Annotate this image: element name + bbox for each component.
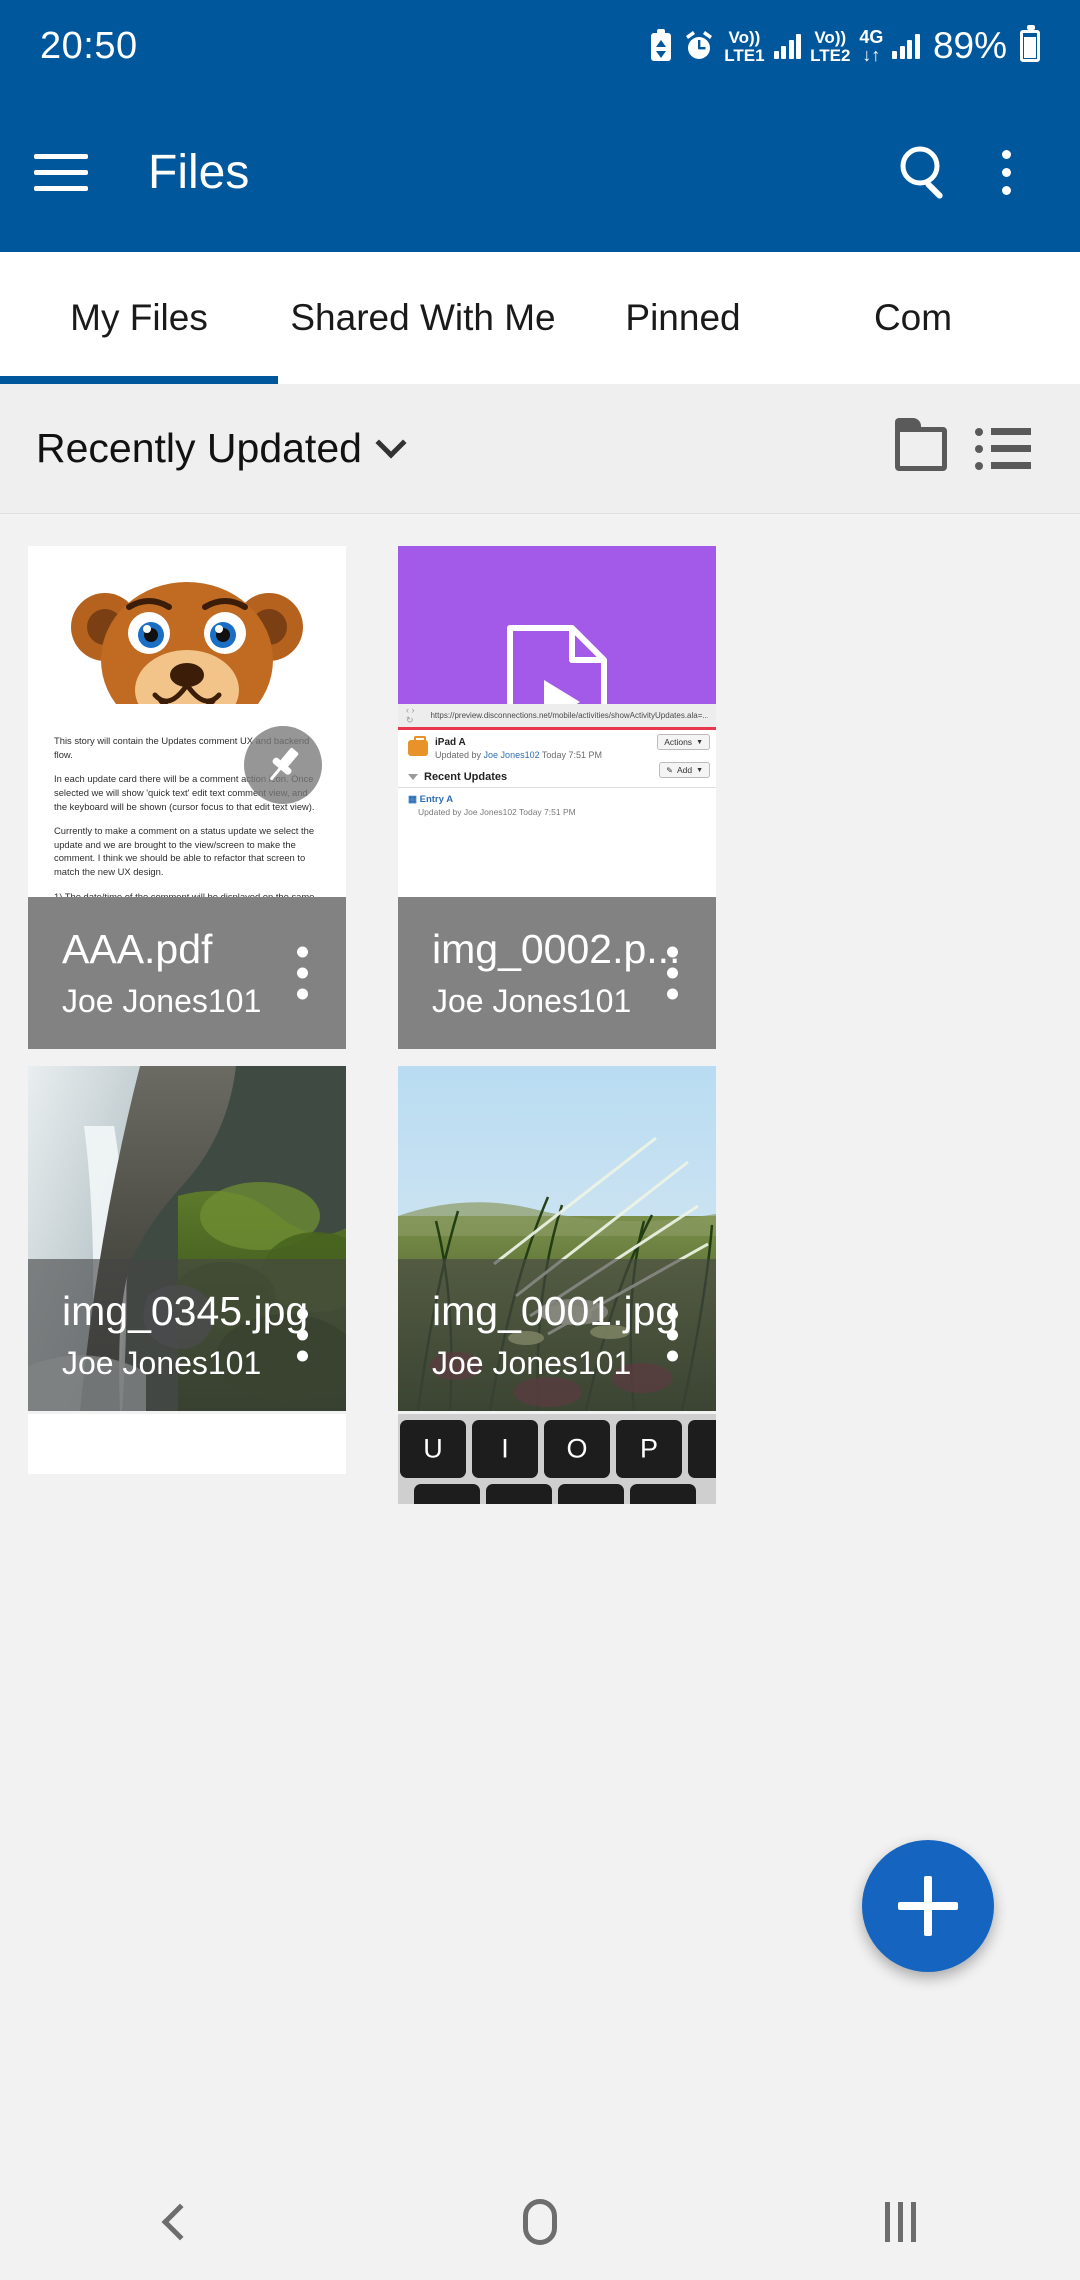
tab-pinned[interactable]: Pinned bbox=[568, 252, 798, 384]
app-bar: Files bbox=[0, 92, 1080, 252]
file-more-icon[interactable] bbox=[667, 1308, 678, 1362]
file-more-icon[interactable] bbox=[297, 946, 308, 1000]
phone-screen: 20:50 Vo)) LTE1 Vo)) LTE2 4G ↓↑ 89% File… bbox=[0, 0, 1080, 2280]
folder-icon[interactable] bbox=[880, 408, 962, 490]
file-card[interactable]: U I O P bbox=[398, 1414, 716, 1504]
file-thumbnail: U I O P bbox=[398, 1414, 716, 1504]
pin-icon bbox=[244, 726, 322, 804]
web-entry-title: ▦ Entry A bbox=[408, 794, 454, 805]
alarm-icon bbox=[683, 29, 715, 63]
file-card[interactable]: img_0345.jpg Joe Jones101 bbox=[28, 1066, 346, 1411]
add-button[interactable] bbox=[862, 1840, 994, 1972]
file-thumbnail: ‹ › ↻ https://preview.disconnections.net… bbox=[398, 704, 716, 1049]
web-entry-subtitle: Updated by Joe Jones102 Today 7:51 PM bbox=[418, 807, 576, 817]
web-item-title: iPad A bbox=[435, 737, 466, 748]
browser-url-bar: ‹ › ↻ https://preview.disconnections.net… bbox=[398, 704, 716, 730]
plus-icon bbox=[898, 1876, 958, 1936]
back-icon bbox=[161, 2203, 199, 2241]
tab-communities[interactable]: Com bbox=[798, 252, 1028, 384]
file-owner: Joe Jones101 bbox=[432, 1345, 632, 1382]
key-label: U bbox=[423, 1433, 443, 1464]
home-icon bbox=[523, 2199, 557, 2245]
file-card-placeholder bbox=[28, 1414, 346, 1474]
keyboard-photo: U I O P bbox=[398, 1414, 716, 1504]
hamburger-menu-icon[interactable] bbox=[34, 140, 98, 204]
sort-label: Recently Updated bbox=[36, 425, 362, 471]
web-entry: ▦ Entry A Updated by Joe Jones102 Today … bbox=[398, 788, 716, 823]
system-nav-bar bbox=[0, 2164, 1080, 2280]
chevron-down-icon bbox=[375, 426, 407, 459]
sort-dropdown[interactable]: Recently Updated bbox=[36, 425, 407, 472]
nav-home-button[interactable] bbox=[465, 2164, 615, 2280]
file-thumbnail: img_0001.jpg Joe Jones101 bbox=[398, 1066, 716, 1411]
nav-recents-button[interactable] bbox=[825, 2164, 975, 2280]
file-card-overlay: AAA.pdf Joe Jones101 bbox=[28, 897, 346, 1049]
volte-sim2-icon: Vo)) LTE2 bbox=[810, 27, 851, 65]
file-card-overlay: img_0345.jpg Joe Jones101 bbox=[28, 1259, 346, 1411]
status-bar: 20:50 Vo)) LTE1 Vo)) LTE2 4G ↓↑ 89% bbox=[0, 0, 1080, 92]
doc-line: Currently to make a comment on a status … bbox=[54, 825, 315, 877]
file-card[interactable]: ‹ › ↻ https://preview.disconnections.net… bbox=[398, 704, 716, 1049]
tab-my-files[interactable]: My Files bbox=[0, 252, 278, 384]
signal-sim2-icon bbox=[892, 33, 920, 59]
file-owner: Joe Jones101 bbox=[62, 983, 262, 1020]
file-card-overlay: img_0002.p... Joe Jones101 bbox=[398, 897, 716, 1049]
key-label: O bbox=[566, 1433, 588, 1464]
briefcase-icon bbox=[408, 736, 428, 756]
file-thumbnail: img_0345.jpg Joe Jones101 bbox=[28, 1066, 346, 1411]
web-add-button[interactable]: ✎ Add ▼ bbox=[659, 762, 710, 778]
tab-bar: My Files Shared With Me Pinned Com bbox=[0, 252, 1080, 384]
status-clock: 20:50 bbox=[40, 24, 138, 67]
key-label: P bbox=[639, 1433, 659, 1464]
file-card[interactable]: img_0001.jpg Joe Jones101 bbox=[398, 1066, 716, 1411]
list-view-icon[interactable] bbox=[962, 408, 1044, 490]
search-icon[interactable] bbox=[886, 132, 966, 212]
web-section-title: Recent Updates bbox=[424, 771, 508, 783]
battery-saver-icon bbox=[648, 29, 674, 63]
status-icon-tray: Vo)) LTE1 Vo)) LTE2 4G ↓↑ 89% bbox=[648, 25, 1040, 67]
file-name: AAA.pdf bbox=[62, 926, 213, 973]
file-more-icon[interactable] bbox=[667, 946, 678, 1000]
web-actions-button[interactable]: Actions ▼ bbox=[657, 734, 710, 750]
browser-url: https://preview.disconnections.net/mobil… bbox=[430, 711, 708, 720]
key-label: I bbox=[501, 1433, 509, 1464]
page-title: Files bbox=[148, 145, 250, 199]
file-name: img_0345.jpg bbox=[62, 1288, 309, 1335]
tab-shared-with-me[interactable]: Shared With Me bbox=[278, 252, 568, 384]
file-card[interactable]: This story will contain the Updates comm… bbox=[28, 704, 346, 1049]
file-name: img_0002.p... bbox=[432, 926, 681, 973]
volte-sim1-icon: Vo)) LTE1 bbox=[724, 27, 765, 65]
file-owner: Joe Jones101 bbox=[432, 983, 632, 1020]
file-thumbnail: This story will contain the Updates comm… bbox=[28, 704, 346, 1049]
battery-icon bbox=[1020, 25, 1040, 62]
nav-back-button[interactable] bbox=[105, 2164, 255, 2280]
triangle-down-icon bbox=[408, 774, 418, 780]
file-name: img_0001.jpg bbox=[432, 1288, 679, 1335]
network-4g-icon: 4G ↓↑ bbox=[859, 27, 884, 65]
battery-percent-label: 89% bbox=[932, 25, 1007, 66]
file-owner: Joe Jones101 bbox=[62, 1345, 262, 1382]
sort-filter-bar: Recently Updated bbox=[0, 384, 1080, 514]
file-more-icon[interactable] bbox=[297, 1308, 308, 1362]
recents-icon bbox=[884, 2202, 916, 2242]
more-vertical-icon[interactable] bbox=[966, 132, 1046, 212]
web-item-subtitle: Updated by Joe Jones102 Today 7:51 PM bbox=[435, 750, 602, 760]
signal-sim1-icon bbox=[773, 33, 802, 59]
file-card-overlay: img_0001.jpg Joe Jones101 bbox=[398, 1259, 716, 1411]
